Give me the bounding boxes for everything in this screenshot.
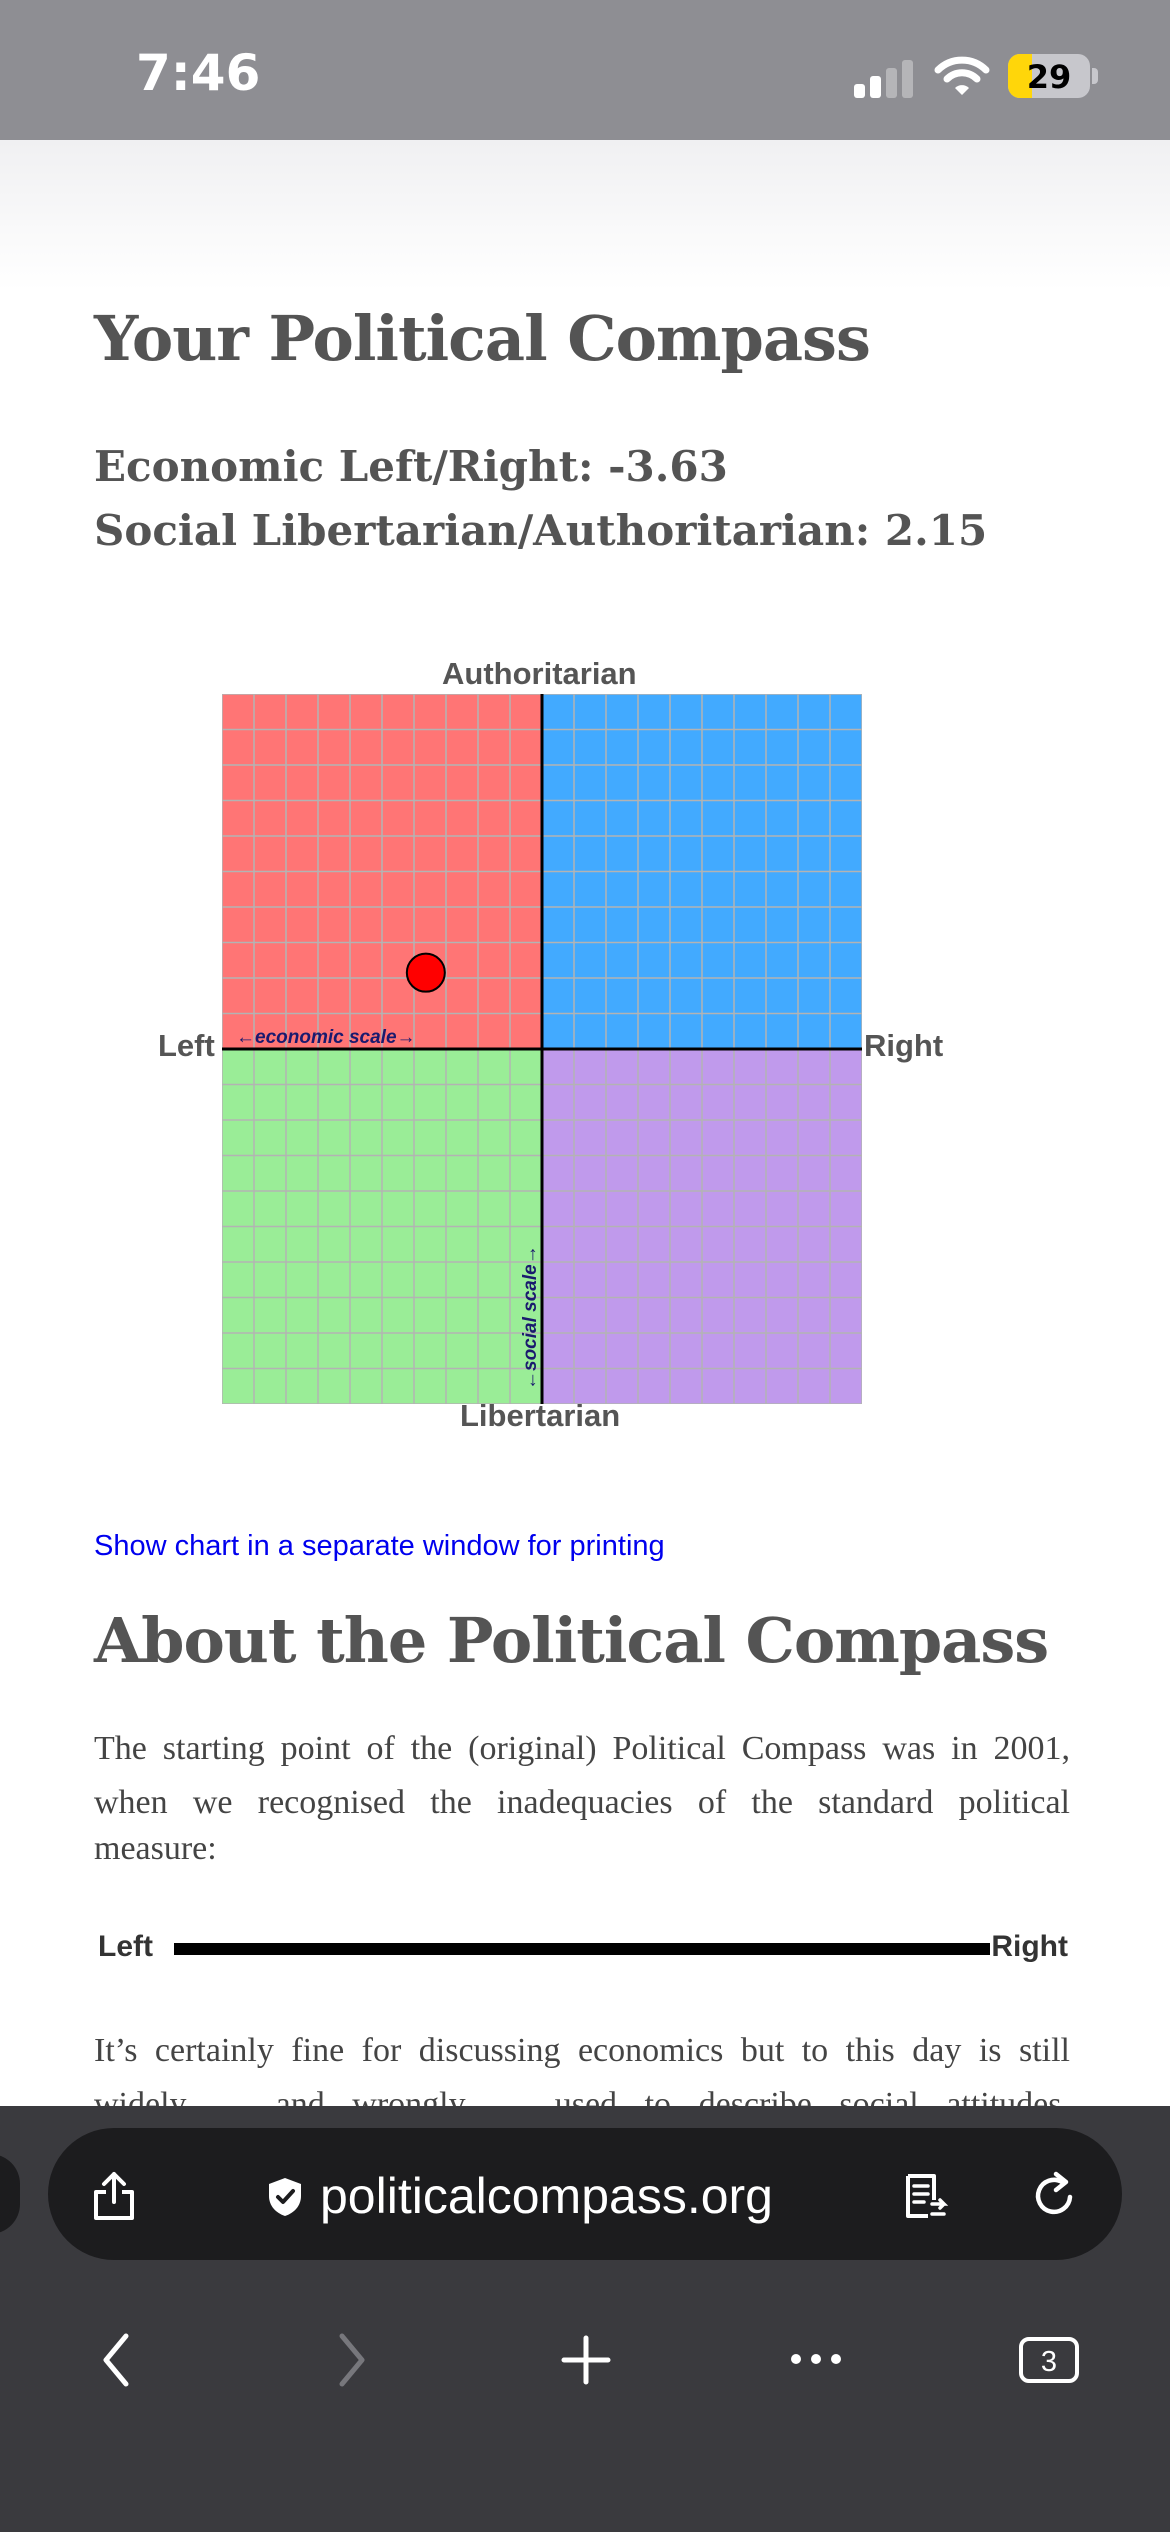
back-icon[interactable] bbox=[100, 2332, 132, 2388]
address-bar-url[interactable]: politicalcompass.org bbox=[320, 2167, 773, 2225]
economic-scale-caption: ←economic scale→ bbox=[236, 1027, 416, 1048]
chart-label-left: Left bbox=[158, 1028, 215, 1063]
signal-bar bbox=[902, 60, 913, 98]
shield-icon bbox=[266, 2176, 304, 2218]
about-paragraph-2-line-1: It’s certainly fine for discussing econo… bbox=[94, 2032, 1070, 2069]
about-paragraph-1-end: measure: bbox=[94, 1830, 217, 1867]
social-score: Social Libertarian/Authoritarian: 2.15 bbox=[94, 506, 988, 555]
tab-count: 3 bbox=[1041, 2346, 1057, 2378]
page-title: Your Political Compass bbox=[94, 302, 871, 375]
signal-bar bbox=[854, 84, 865, 98]
chart-label-authoritarian: Authoritarian bbox=[442, 656, 637, 691]
battery-cap bbox=[1092, 68, 1098, 84]
compass-svg: ←economic scale→ ←social scale→ bbox=[222, 694, 862, 1404]
social-scale-caption: ←social scale→ bbox=[520, 1245, 541, 1390]
battery-icon: 29 bbox=[1008, 54, 1090, 98]
battery-percent: 29 bbox=[1026, 58, 1072, 96]
political-compass-chart: ←economic scale→ ←social scale→ bbox=[222, 694, 862, 1404]
about-paragraph-1: The starting point of the (original) Pol… bbox=[94, 1730, 1070, 1821]
scale-bar bbox=[174, 1943, 990, 1955]
more-icon[interactable] bbox=[790, 2352, 842, 2366]
about-section-title: About the Political Compass bbox=[94, 1604, 1049, 1677]
left-right-scale-graphic: Left Right bbox=[98, 1928, 1068, 1968]
page-top-fade bbox=[0, 140, 1170, 290]
reload-icon[interactable] bbox=[1030, 2170, 1078, 2220]
reader-mode-icon[interactable] bbox=[902, 2170, 950, 2222]
share-icon[interactable] bbox=[90, 2170, 138, 2222]
chart-label-right: Right bbox=[864, 1028, 944, 1063]
signal-bar bbox=[886, 68, 897, 98]
user-position-marker bbox=[405, 952, 446, 993]
wifi-icon bbox=[934, 54, 990, 98]
economic-score: Economic Left/Right: -3.63 bbox=[94, 442, 728, 491]
tabs-icon[interactable]: 3 bbox=[1018, 2336, 1080, 2384]
scale-right-label: Right bbox=[991, 1930, 1068, 1963]
signal-bar bbox=[870, 76, 881, 98]
cellular-signal-icon bbox=[854, 58, 914, 98]
status-bar: 7:46 29 bbox=[0, 0, 1170, 140]
status-time: 7:46 bbox=[136, 44, 261, 102]
print-chart-link[interactable]: Show chart in a separate window for prin… bbox=[94, 1530, 665, 1563]
forward-icon[interactable] bbox=[336, 2332, 368, 2388]
scale-left-label: Left bbox=[98, 1930, 153, 1963]
new-tab-icon[interactable] bbox=[560, 2334, 612, 2386]
about-paragraph-2-line-2: widely — and wrongly — used to describe … bbox=[94, 2086, 1070, 2108]
